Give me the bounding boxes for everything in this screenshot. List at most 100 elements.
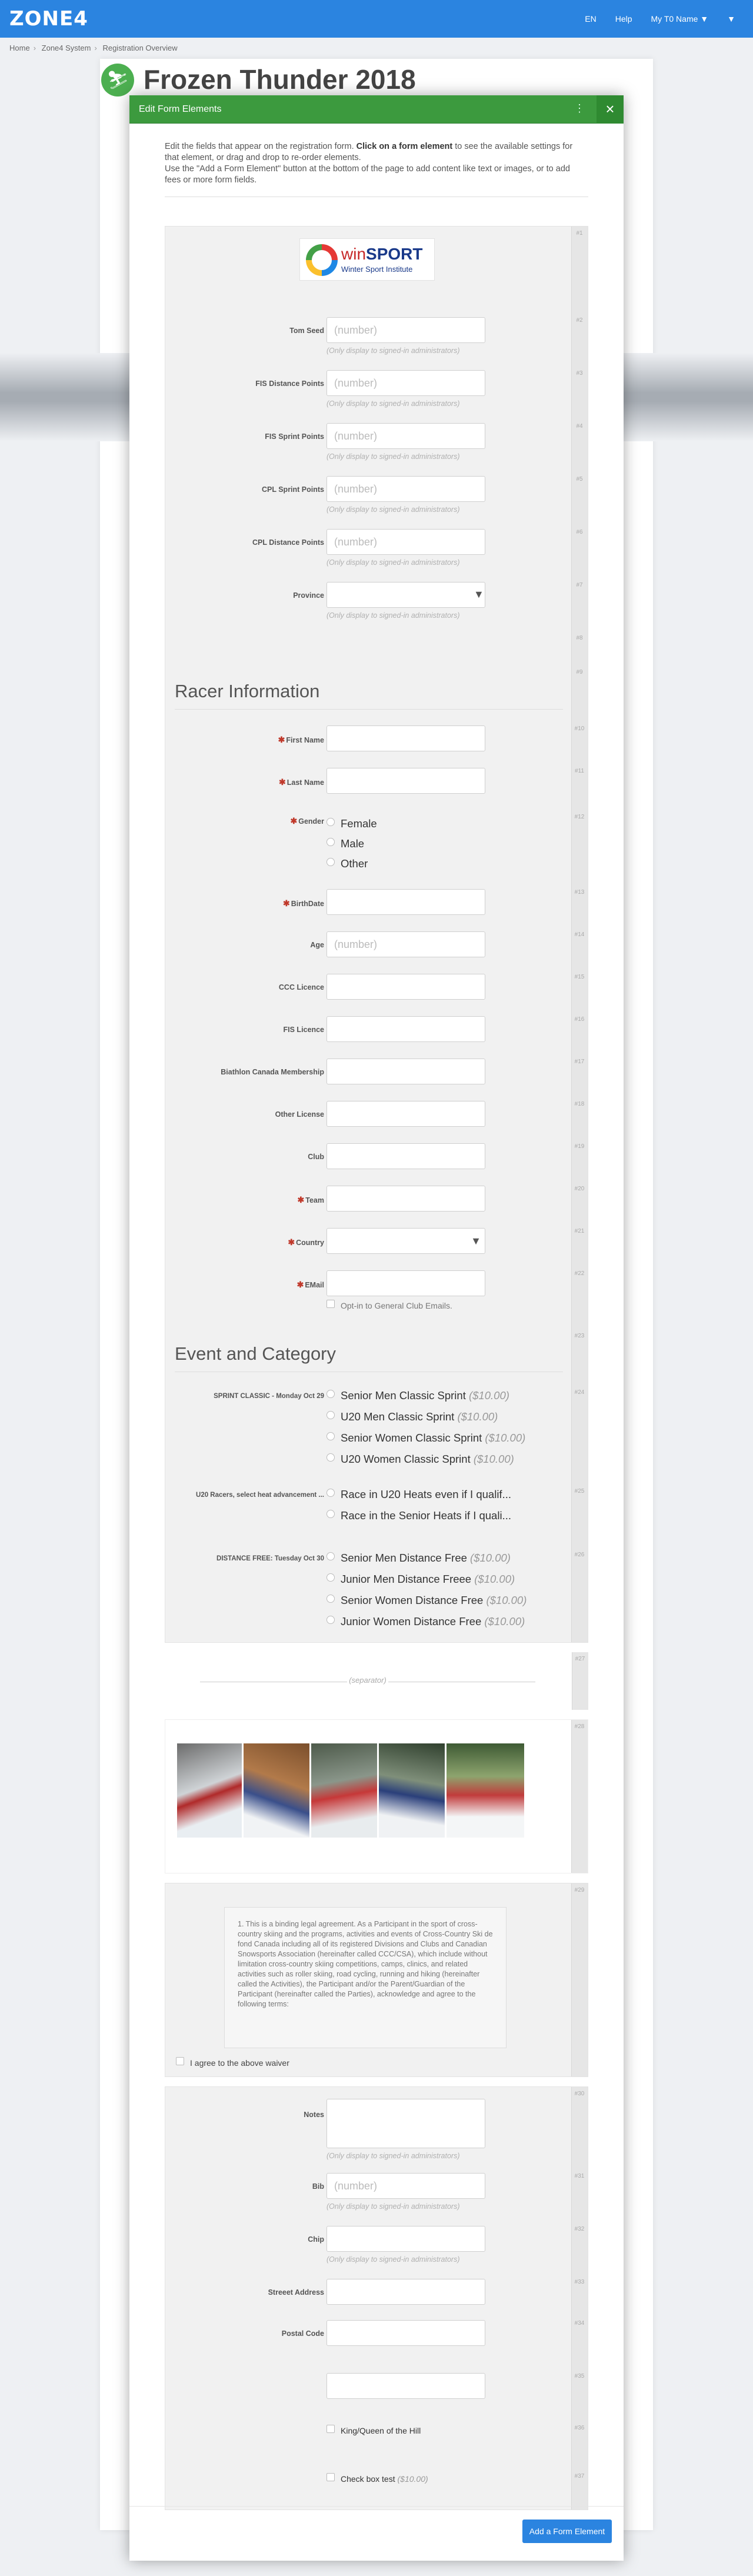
close-button[interactable]: × [597,95,624,124]
radio-icon[interactable] [326,1411,335,1419]
form-block-main[interactable]: #1 #2 #3 #4 #5 #6 #7 #8 #9 #10 #11 #12 #13 #14 #15 #16 #… [165,226,588,1643]
form-block-admin[interactable]: #30 #31 #32 #33 #34 #35 #36 #37 Notes (Only dis… [165,2086,588,2510]
element-number: #18 [574,1101,585,1107]
unlabeled-input[interactable] [326,2373,485,2399]
option-name: Senior Women Distance Free [341,1594,484,1606]
checkbox-test-checkbox[interactable]: Check box test ($10.00) [326,2473,428,2484]
checkbox-icon[interactable] [326,1300,335,1308]
email-input[interactable] [326,1270,485,1296]
team-input[interactable] [326,1186,485,1212]
country-select[interactable]: ▼ [326,1228,485,1254]
element-number: #17 [574,1059,585,1065]
separator-label: (separator) [349,1676,387,1685]
bib-label: Bib [312,2182,324,2191]
sprint-option[interactable]: U20 Women Classic Sprint ($10.00) [326,1453,514,1466]
distance-option[interactable]: Junior Women Distance Free ($10.00) [326,1615,525,1628]
zone4-logo[interactable]: ZONE4 [9,7,88,31]
number-input[interactable]: (number) [326,476,485,502]
gender-option-female[interactable]: Female [326,817,377,830]
ccc-licence-input[interactable] [326,974,485,1000]
number-input[interactable]: (number) [326,317,485,343]
radio-icon[interactable] [326,1489,335,1497]
radio-icon[interactable] [326,1432,335,1440]
required-icon: ✱ [290,816,298,826]
sprint-option[interactable]: U20 Men Classic Sprint ($10.00) [326,1410,498,1423]
more-options-icon[interactable]: ⋮ [574,102,585,115]
form-block-photos[interactable]: #28 [165,1719,588,1873]
checkbox-icon[interactable] [326,2473,335,2481]
distance-option[interactable]: Senior Women Distance Free ($10.00) [326,1594,527,1607]
element-number: #4 [576,423,583,430]
intro-text-2: Use the "Add a Form Element" button at t… [165,164,570,185]
form-block-waiver[interactable]: #29 1. This is a binding legal agreement… [165,1883,588,2077]
radio-icon[interactable] [326,838,335,846]
element-number: #13 [574,889,585,896]
club-input[interactable] [326,1143,485,1169]
element-number: #25 [574,1488,585,1495]
last-name-input[interactable] [326,768,485,794]
fis-licence-label: FIS Licence [284,1026,324,1034]
breadcrumb-overview[interactable]: Registration Overview [102,44,177,52]
drag-handle[interactable] [571,1883,588,2076]
option-price: ($10.00) [470,1552,511,1564]
u20-option[interactable]: Race in U20 Heats even if I qualif... [326,1488,511,1501]
other-license-input[interactable] [326,1101,485,1127]
gender-option-other[interactable]: Other [326,857,368,870]
sprint-option[interactable]: Senior Women Classic Sprint ($10.00) [326,1432,525,1445]
biathlon-membership-input[interactable] [326,1059,485,1084]
element-number: #32 [574,2226,585,2232]
element-number: #27 [575,1656,585,1662]
sprint-option[interactable]: Senior Men Classic Sprint ($10.00) [326,1389,509,1402]
checkbox-icon[interactable] [176,2057,184,2065]
form-block-separator[interactable]: #27 (separator) [165,1652,588,1710]
drag-handle[interactable] [571,2087,588,2510]
help-link[interactable]: Help [615,14,632,24]
element-number: #36 [574,2425,585,2431]
distance-option[interactable]: Junior Men Distance Freee ($10.00) [326,1573,515,1586]
checkbox-icon[interactable] [326,2425,335,2433]
chevron-down-icon: ▼ [474,588,484,600]
street-address-input[interactable] [326,2279,485,2305]
language-link[interactable]: EN [585,14,596,24]
u20-label: U20 Racers, select heat advancement ... [196,1492,324,1499]
drag-handle[interactable] [571,1720,588,1873]
fis-licence-input[interactable] [326,1016,485,1042]
gender-option-male[interactable]: Male [326,837,364,850]
skier-icon: ⛷ [101,64,134,96]
radio-icon[interactable] [326,1552,335,1560]
chip-input[interactable] [326,2226,485,2252]
breadcrumb-system[interactable]: Zone4 System [42,44,91,52]
first-name-input[interactable] [326,725,485,751]
province-select[interactable] [326,582,485,608]
radio-icon[interactable] [326,1616,335,1624]
bib-input[interactable]: (number) [326,2173,485,2199]
element-number: #11 [575,768,584,774]
radio-icon[interactable] [326,1510,335,1518]
winsport-win: win [341,245,366,263]
age-input[interactable]: (number) [326,931,485,957]
number-input[interactable]: (number) [326,370,485,396]
radio-icon[interactable] [326,1390,335,1398]
radio-icon[interactable] [326,858,335,866]
king-queen-checkbox[interactable]: King/Queen of the Hill [326,2425,421,2435]
account-menu[interactable]: My T0 Name ▼ [651,14,709,24]
radio-icon[interactable] [326,818,335,826]
radio-icon[interactable] [326,1595,335,1603]
number-input[interactable]: (number) [326,529,485,555]
distance-option[interactable]: Senior Men Distance Free ($10.00) [326,1552,511,1565]
breadcrumb-home[interactable]: Home [9,44,30,52]
radio-icon[interactable] [326,1453,335,1462]
number-input[interactable]: (number) [326,423,485,449]
element-number: #8 [576,635,583,641]
add-form-element-button[interactable]: Add a Form Element [522,2520,612,2543]
option-price: ($10.00) [486,1594,527,1606]
notes-textarea[interactable] [326,2099,485,2148]
birthdate-input[interactable] [326,889,485,915]
agree-waiver-checkbox[interactable]: I agree to the above waiver [176,2057,289,2068]
radio-icon[interactable] [326,1573,335,1582]
menu-dropdown-icon[interactable]: ▼ [727,14,735,24]
postal-code-input[interactable] [326,2320,485,2346]
u20-option[interactable]: Race in the Senior Heats if I quali... [326,1509,511,1522]
other-license-text: Other License [275,1110,324,1119]
optin-checkbox[interactable]: Opt-in to General Club Emails. [326,1300,452,1310]
